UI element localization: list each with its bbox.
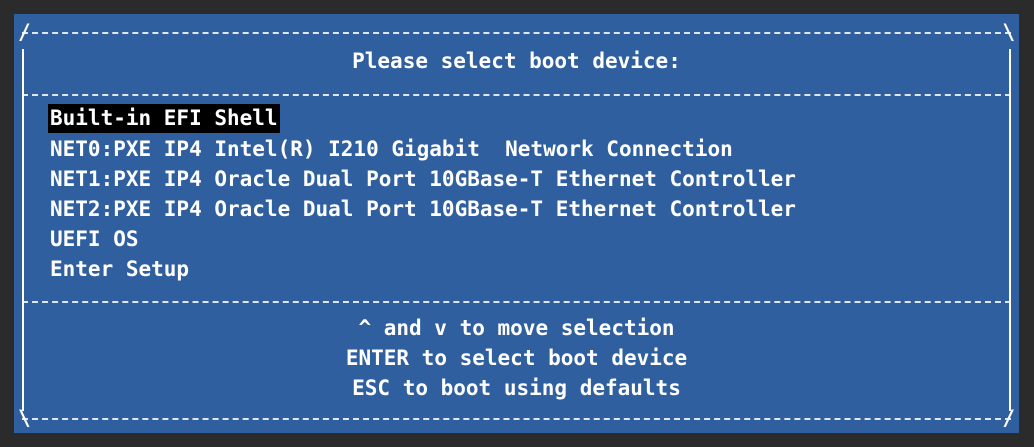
boot-menu-panel: / \ \ / Please select boot device: Built… (14, 14, 1019, 433)
boot-option-efi-shell[interactable]: Built-in EFI Shell (48, 104, 280, 133)
divider-header (22, 94, 1011, 96)
boot-option-net0[interactable]: NET0:PXE IP4 Intel(R) I210 Gigabit Netwo… (48, 135, 735, 164)
help-select-device: ENTER to select boot device (345, 346, 688, 370)
boot-option-uefi-os[interactable]: UEFI OS (48, 225, 141, 254)
boot-option-net1[interactable]: NET1:PXE IP4 Oracle Dual Port 10GBase-T … (48, 165, 798, 194)
boot-option-net2[interactable]: NET2:PXE IP4 Oracle Dual Port 10GBase-T … (48, 195, 798, 224)
divider-footer (22, 301, 1011, 303)
help-move-selection: ^ and v to move selection (358, 316, 675, 340)
page-title: Please select boot device: (352, 49, 681, 73)
help-boot-defaults: ESC to boot using defaults (352, 376, 681, 400)
frame-top-border (22, 32, 1011, 34)
frame-bottom-border (22, 418, 1011, 420)
boot-option-enter-setup[interactable]: Enter Setup (48, 255, 191, 284)
